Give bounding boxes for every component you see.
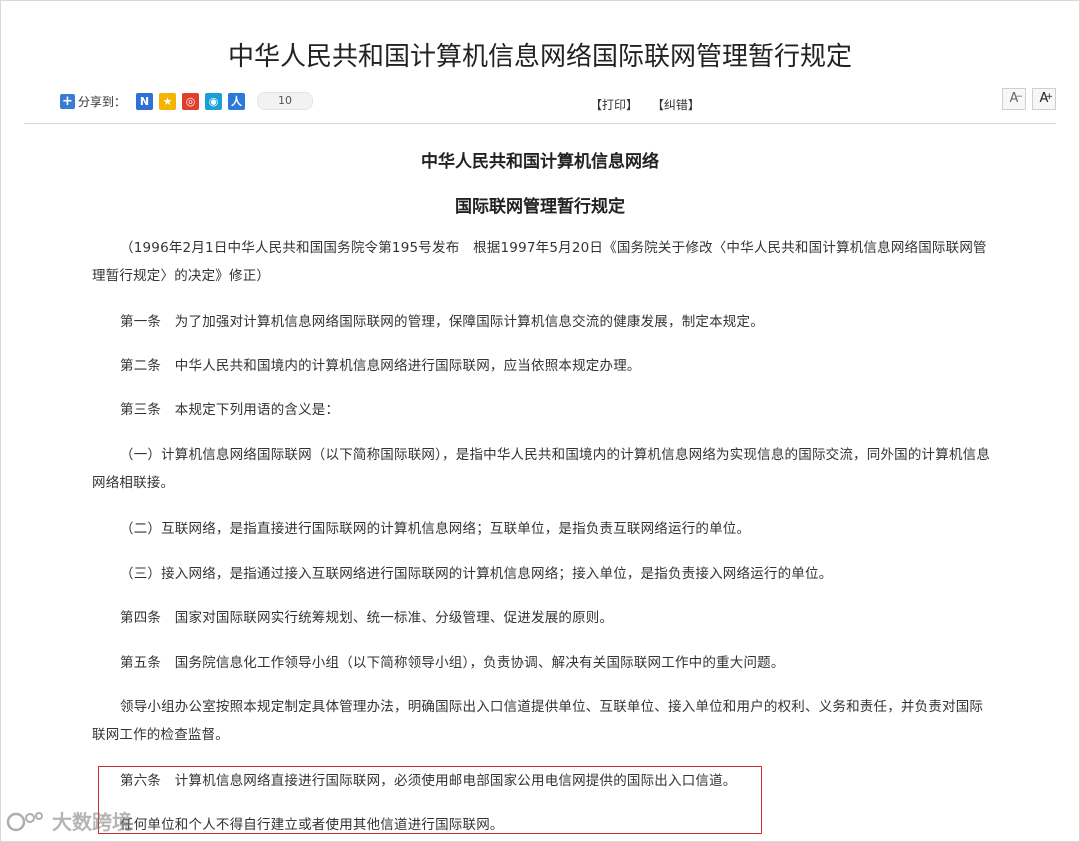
tencent-icon[interactable]: ◉ bbox=[205, 92, 223, 110]
toolbar: + 分享到： N ★ ◎ ◉ 人 10 【打印】 【纠错】 A − A + bbox=[60, 88, 1056, 116]
article-3-item-3: （三）接入网络，是指通过接入互联网络进行国际联网的计算机信息网络；接入单位，是指… bbox=[120, 566, 833, 582]
minus-icon: − bbox=[1015, 92, 1023, 102]
share-bar: + 分享到： N ★ ◎ ◉ 人 10 bbox=[60, 92, 314, 110]
doc-title-line1: 中华人民共和国计算机信息网络 bbox=[421, 152, 659, 172]
font-size-controls: A − A + bbox=[1002, 88, 1056, 110]
plus-icon: + bbox=[1045, 92, 1053, 102]
article-5-para-2: 领导小组办公室按照本规定制定具体管理办法，明确国际出入口信道提供单位、互联单位、… bbox=[92, 699, 984, 743]
share-count-badge: 10 bbox=[257, 92, 314, 110]
kaixin-icon[interactable]: 人 bbox=[228, 92, 246, 110]
print-link[interactable]: 【打印】 bbox=[590, 98, 638, 112]
article-3-item-1: （一）计算机信息网络国际联网（以下简称国际联网），是指中华人民共和国境内的计算机… bbox=[92, 447, 991, 491]
doc-title-line2: 国际联网管理暂行规定 bbox=[455, 197, 625, 217]
font-increase-button[interactable]: A + bbox=[1032, 88, 1056, 110]
article-1: 第一条 为了加强对计算机信息网络国际联网的管理，保障国际计算机信息交流的健康发展… bbox=[120, 314, 764, 330]
article-3-item-2: （二）互联网络，是指直接进行国际联网的计算机信息网络；互联单位，是指负责互联网络… bbox=[120, 521, 751, 537]
watermark-logo-icon bbox=[6, 811, 43, 831]
highlight-box bbox=[98, 766, 762, 834]
divider bbox=[24, 123, 1056, 124]
article-4: 第四条 国家对国际联网实行统筹规划、统一标准、分级管理、促进发展的原则。 bbox=[120, 610, 614, 626]
watermark: 大数跨境 bbox=[6, 806, 132, 835]
watermark-text: 大数跨境 bbox=[52, 810, 132, 834]
share-label: 分享到： bbox=[78, 94, 127, 109]
page-title: 中华人民共和国计算机信息网络国际联网管理暂行规定 bbox=[227, 42, 852, 72]
correct-link[interactable]: 【纠错】 bbox=[652, 98, 700, 112]
renren-icon[interactable]: N bbox=[136, 92, 154, 110]
article-5: 第五条 国务院信息化工作领导小组（以下简称领导小组），负责协调、解决有关国际联网… bbox=[120, 655, 785, 671]
weibo-icon[interactable]: ◎ bbox=[182, 92, 200, 110]
article-3: 第三条 本规定下列用语的含义是： bbox=[120, 402, 340, 418]
qzone-icon[interactable]: ★ bbox=[159, 92, 177, 110]
action-links: 【打印】 【纠错】 bbox=[590, 96, 710, 113]
preamble: （1996年2月1日中华人民共和国国务院令第195号发布 根据1997年5月20… bbox=[92, 240, 987, 284]
share-plus-icon[interactable]: + bbox=[60, 93, 75, 109]
font-decrease-button[interactable]: A − bbox=[1002, 88, 1026, 110]
article-2: 第二条 中华人民共和国境内的计算机信息网络进行国际联网，应当依照本规定办理。 bbox=[120, 358, 641, 374]
